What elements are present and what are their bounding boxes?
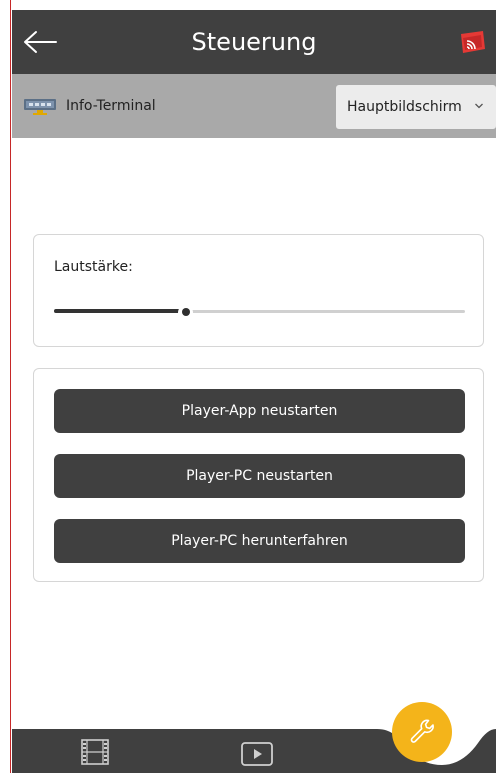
cast-button[interactable] — [458, 29, 486, 55]
volume-slider[interactable] — [54, 303, 465, 321]
terminal-device-icon — [24, 99, 56, 115]
app-window: Steuerung Info-Terminal Hauptbildschirm — [12, 10, 496, 773]
player-actions-card: Player-App neustarten Player-PC neustart… — [33, 368, 484, 582]
nav-media-button[interactable] — [80, 738, 110, 766]
settings-fab[interactable] — [392, 702, 452, 762]
device-bar: Info-Terminal Hauptbildschirm — [12, 74, 496, 138]
window-edge — [0, 0, 11, 773]
device-name: Info-Terminal — [66, 98, 156, 114]
screen-select-value: Hauptbildschirm — [347, 99, 462, 115]
volume-slider-thumb[interactable] — [177, 304, 195, 320]
cast-screen-icon — [461, 31, 485, 53]
restart-player-pc-button[interactable]: Player-PC neustarten — [54, 454, 465, 498]
chevron-down-icon — [475, 103, 483, 109]
film-strip-icon — [81, 739, 109, 765]
volume-card: Lautstärke: — [33, 234, 484, 347]
app-header: Steuerung — [12, 10, 496, 74]
volume-label: Lautstärke: — [54, 259, 133, 275]
shutdown-player-pc-button[interactable]: Player-PC herunterfahren — [54, 519, 465, 563]
play-screen-icon — [241, 742, 273, 766]
page-title: Steuerung — [191, 28, 317, 56]
wrench-icon — [410, 719, 434, 743]
screen-select[interactable]: Hauptbildschirm — [336, 85, 496, 129]
volume-slider-fill — [54, 309, 186, 313]
nav-player-button[interactable] — [240, 741, 274, 767]
restart-player-app-button[interactable]: Player-App neustarten — [54, 389, 465, 433]
